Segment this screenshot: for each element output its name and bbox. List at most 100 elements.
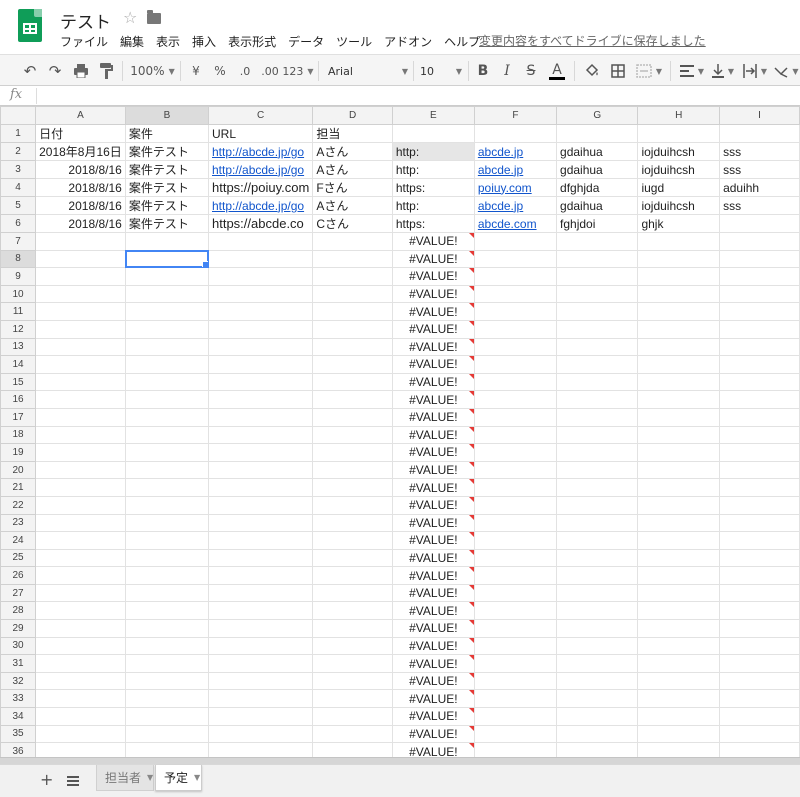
cell-F6[interactable]: abcde.com <box>473 214 558 233</box>
paint-format-icon[interactable] <box>95 61 117 81</box>
cell-B23[interactable] <box>124 513 210 533</box>
cell-D20[interactable] <box>312 460 393 480</box>
cell-B31[interactable] <box>124 654 210 673</box>
text-color-button[interactable]: A <box>546 61 568 81</box>
cell-F25[interactable] <box>473 548 558 568</box>
cell-I18[interactable] <box>719 425 800 445</box>
cell-F21[interactable] <box>473 478 558 497</box>
cell-A1[interactable]: 日付 <box>35 124 126 143</box>
cell-A30[interactable] <box>35 636 126 656</box>
cell-G27[interactable] <box>556 583 639 603</box>
cell-C25[interactable] <box>207 548 314 568</box>
cell-A22[interactable] <box>35 495 126 515</box>
cell-A31[interactable] <box>35 654 126 673</box>
cell-I29[interactable] <box>719 619 800 638</box>
cell-D8[interactable] <box>312 249 393 269</box>
row-header[interactable]: 25 <box>0 548 37 568</box>
cell-I4[interactable]: aduihh <box>719 178 800 197</box>
cell-C23[interactable] <box>207 513 314 533</box>
cell-A23[interactable] <box>35 513 126 533</box>
fill-color-icon[interactable] <box>582 61 602 81</box>
cell-F29[interactable] <box>473 619 558 638</box>
cell-H24[interactable] <box>637 531 721 550</box>
zoom-select[interactable]: 100% ▼ <box>130 61 175 81</box>
cell-F27[interactable] <box>473 583 558 603</box>
cell-D23[interactable] <box>312 513 393 533</box>
cell-G11[interactable] <box>556 302 639 321</box>
cell-G26[interactable] <box>556 566 639 585</box>
cell-H16[interactable] <box>637 390 721 409</box>
cell-B25[interactable] <box>124 548 210 568</box>
cell-G12[interactable] <box>556 319 639 339</box>
cell-I32[interactable] <box>719 671 800 691</box>
cell-H21[interactable] <box>637 478 721 497</box>
cell-F35[interactable] <box>473 724 558 744</box>
menu-format[interactable]: 表示形式 <box>228 33 276 50</box>
cell-A20[interactable] <box>35 460 126 480</box>
cell-C27[interactable] <box>207 583 314 603</box>
cell-F10[interactable] <box>473 284 558 304</box>
cell-E8[interactable]: #VALUE! <box>391 249 475 269</box>
column-header[interactable]: G <box>556 106 639 125</box>
cell-C17[interactable] <box>207 407 314 427</box>
cell-E5[interactable]: http: <box>391 196 475 215</box>
cell-D10[interactable] <box>312 284 393 304</box>
cell-G1[interactable] <box>556 124 639 143</box>
cell-H32[interactable] <box>637 671 721 691</box>
cell-B18[interactable] <box>124 425 210 445</box>
cell-B16[interactable] <box>124 390 210 409</box>
cell-B30[interactable] <box>124 636 210 656</box>
menu-data[interactable]: データ <box>288 33 324 50</box>
cell-B22[interactable] <box>124 495 210 515</box>
row-header[interactable]: 22 <box>0 495 37 515</box>
cell-A24[interactable] <box>35 531 126 550</box>
cell-B34[interactable] <box>124 707 210 726</box>
column-header[interactable]: H <box>637 106 721 125</box>
formula-input[interactable] <box>42 88 792 104</box>
cell-F7[interactable] <box>473 232 558 251</box>
cell-B24[interactable] <box>124 531 210 550</box>
cell-B10[interactable] <box>124 284 210 304</box>
cell-H11[interactable] <box>637 302 721 321</box>
italic-button[interactable]: I <box>498 61 516 81</box>
cell-E3[interactable]: http: <box>391 160 475 179</box>
column-header[interactable]: A <box>35 106 126 125</box>
cell-D2[interactable]: Aさん <box>312 142 393 161</box>
cell-F3[interactable]: abcde.jp <box>473 160 558 179</box>
cell-E28[interactable]: #VALUE! <box>391 601 475 621</box>
cell-A34[interactable] <box>35 707 126 726</box>
cell-F33[interactable] <box>473 689 558 709</box>
cell-G15[interactable] <box>556 372 639 392</box>
cell-D13[interactable] <box>312 337 393 357</box>
cell-C20[interactable] <box>207 460 314 480</box>
cell-A3[interactable]: 2018/8/16 <box>35 160 126 179</box>
cell-I26[interactable] <box>719 566 800 585</box>
cell-E15[interactable]: #VALUE! <box>391 372 475 392</box>
cell-C4[interactable]: https://poiuy.com <box>207 178 314 197</box>
document-title[interactable]: テスト <box>60 8 111 33</box>
cell-D3[interactable]: Aさん <box>312 160 393 179</box>
cell-I33[interactable] <box>719 689 800 709</box>
cell-I2[interactable]: sss <box>719 142 800 161</box>
cell-I6[interactable] <box>719 214 800 233</box>
cell-I16[interactable] <box>719 390 800 409</box>
cell-E22[interactable]: #VALUE! <box>391 495 475 515</box>
cell-E27[interactable]: #VALUE! <box>391 583 475 603</box>
cell-C30[interactable] <box>207 636 314 656</box>
cell-A4[interactable]: 2018/8/16 <box>35 178 126 197</box>
cell-D9[interactable] <box>312 267 393 286</box>
cell-D24[interactable] <box>312 531 393 550</box>
row-header[interactable]: 31 <box>0 654 37 673</box>
cell-C26[interactable] <box>207 566 314 585</box>
menu-insert[interactable]: 挿入 <box>192 33 216 50</box>
row-header[interactable]: 9 <box>0 267 37 286</box>
cell-I22[interactable] <box>719 495 800 515</box>
cell-H10[interactable] <box>637 284 721 304</box>
menu-edit[interactable]: 編集 <box>120 33 144 50</box>
cell-E6[interactable]: https: <box>391 214 475 233</box>
cell-E29[interactable]: #VALUE! <box>391 619 475 638</box>
cell-H17[interactable] <box>637 407 721 427</box>
cell-C32[interactable] <box>207 671 314 691</box>
cell-G21[interactable] <box>556 478 639 497</box>
cell-I36[interactable] <box>719 742 800 757</box>
